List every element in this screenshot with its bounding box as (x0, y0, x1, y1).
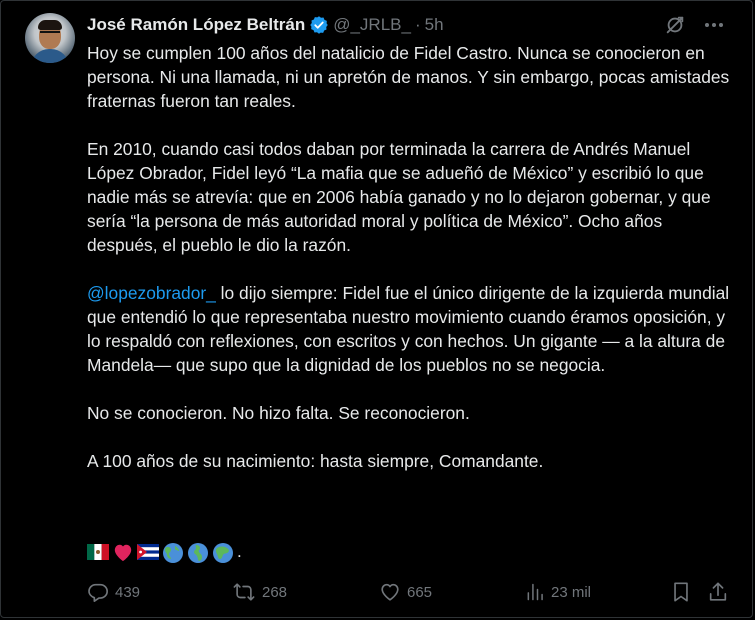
mention-link[interactable]: @lopezobrador_ (87, 283, 216, 303)
grok-icon[interactable] (664, 14, 686, 36)
like-count: 665 (407, 583, 433, 601)
views-icon (527, 583, 543, 601)
tweet-paragraph-4: No se conocieron. No hizo falta. Se reco… (87, 403, 470, 423)
repost-icon (233, 583, 255, 601)
reply-count: 439 (115, 583, 141, 601)
top-right-icons (664, 13, 726, 37)
globe-asia-icon (212, 542, 236, 563)
reply-button[interactable]: 439 (87, 581, 140, 603)
separator-dot: · (414, 15, 421, 34)
tweet-paragraph-1: Hoy se cumplen 100 años del natalicio de… (87, 43, 730, 111)
share-icon (709, 582, 727, 601)
verified-badge-icon[interactable] (309, 15, 329, 35)
reply-icon (88, 583, 108, 602)
tweet-header: José Ramón López Beltrán @_JRLB_ · 5h (87, 14, 444, 36)
bookmark-button[interactable] (670, 580, 692, 604)
avatar-hair (38, 20, 62, 30)
views-button[interactable]: 23 mil (525, 581, 591, 603)
more-icon[interactable] (702, 13, 726, 37)
share-button[interactable] (707, 580, 729, 604)
bookmark-icon (674, 582, 688, 602)
avatar-glasses (40, 31, 60, 38)
red-heart-icon (112, 542, 136, 562)
tweet-card[interactable]: José Ramón López Beltrán @_JRLB_ · 5h Ho… (0, 0, 753, 618)
repost-count: 268 (262, 583, 288, 601)
emoji-line: . (87, 542, 242, 563)
globe-europe-africa-icon (187, 542, 211, 563)
globe-americas-icon (162, 542, 186, 563)
avatar[interactable] (25, 13, 75, 63)
author-handle[interactable]: @_JRLB_ (333, 15, 411, 35)
tweet-paragraph-2: En 2010, cuando casi todos daban por ter… (87, 139, 711, 255)
mexico-flag-icon (87, 542, 111, 562)
cuba-flag-icon (137, 542, 161, 562)
emoji-trailing-period: . (237, 542, 242, 561)
tweet-paragraph-5: A 100 años de su nacimiento: hasta siemp… (87, 451, 544, 471)
like-button[interactable]: 665 (379, 581, 432, 603)
tweet-text: Hoy se cumplen 100 años del natalicio de… (87, 41, 737, 497)
views-count: 23 mil (551, 583, 592, 601)
repost-button[interactable]: 268 (232, 581, 287, 603)
timestamp[interactable]: 5h (425, 15, 444, 35)
heart-icon (381, 583, 399, 601)
action-bar: 439 268 665 23 mil (87, 579, 732, 605)
avatar-shirt (31, 49, 69, 63)
author-name[interactable]: José Ramón López Beltrán (87, 15, 305, 35)
tweet-paragraph-3: @lopezobrador_ lo dijo siempre: Fidel fu… (87, 281, 737, 377)
